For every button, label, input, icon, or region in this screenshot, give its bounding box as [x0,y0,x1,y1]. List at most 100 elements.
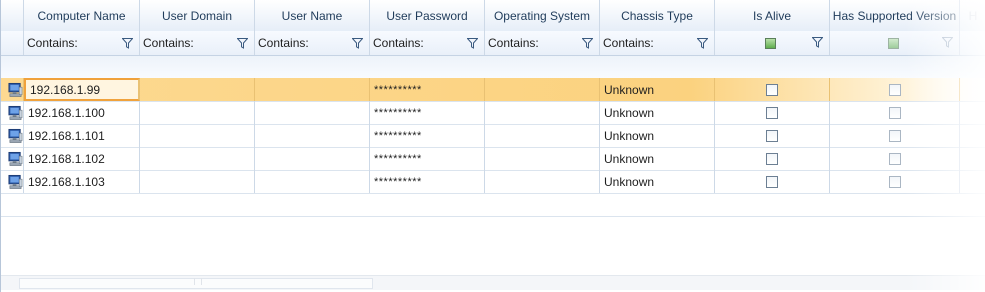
cell-computer-name[interactable]: 192.168.1.101 [24,124,140,147]
funnel-icon[interactable] [942,37,953,48]
column-header-chassis-type[interactable]: Chassis Type [600,0,715,31]
cell-operating-system[interactable] [485,124,600,147]
cell-operating-system[interactable] [485,170,600,193]
has-supported-version-checkbox[interactable] [888,106,901,119]
group-panel-band [1,56,985,78]
filter-cell-user-name[interactable]: Contains: [255,31,370,55]
computer-icon [8,105,23,120]
cell-is-alive [715,124,830,147]
cell-user-password[interactable]: ********** [370,101,485,124]
column-header-user-name[interactable]: User Name [255,0,370,31]
cell-user-domain[interactable] [140,101,255,124]
computers-grid: Computer Name User Domain User Name User… [0,0,985,292]
filter-cell-user-password[interactable]: Contains: [370,31,485,55]
filter-cell-operating-system[interactable]: Contains: [485,31,600,55]
grid-bottom-divider [1,216,985,217]
cell-user-password[interactable]: ********** [370,170,485,193]
computer-icon [8,82,23,97]
funnel-icon[interactable] [697,37,708,49]
filter-cell-computer-name[interactable]: Contains: [24,31,140,55]
horizontal-scrollbar[interactable] [1,275,985,290]
cell-user-password[interactable]: ********** [370,78,485,101]
cell-computer-name[interactable]: 192.168.1.103 [24,170,140,193]
cell-chassis-type[interactable]: Unknown [600,147,715,170]
has-supported-version-checkbox[interactable] [888,129,901,142]
is-alive-checkbox[interactable] [766,83,778,96]
filter-cell-is-alive [715,31,830,55]
cell-computer-name[interactable]: 192.168.1.99 [24,78,140,101]
column-header-operating-system[interactable]: Operating System [485,0,600,31]
cell-computer-name[interactable]: 192.168.1.100 [24,101,140,124]
cell-user-domain[interactable] [140,147,255,170]
cell-computer-name[interactable]: 192.168.1.102 [24,147,140,170]
cell-user-name[interactable] [255,124,370,147]
row-indicator[interactable] [1,170,24,193]
cell-user-domain[interactable] [140,124,255,147]
cell-has-supported-version [830,147,960,170]
table-row[interactable]: 192.168.1.99 ********** Unknown [1,78,985,102]
cell-chassis-type[interactable]: Unknown [600,101,715,124]
is-alive-checkbox[interactable] [766,129,778,142]
filter-checkbox[interactable] [887,37,899,49]
filter-cell-user-domain[interactable]: Contains: [140,31,255,55]
filter-row: Contains: Contains: Contains: Contains: … [1,31,985,56]
cell-is-alive [715,170,830,193]
cell-user-name[interactable] [255,170,370,193]
table-row[interactable]: 192.168.1.102 ********** Unknown [1,147,985,171]
filter-checkbox[interactable] [765,37,776,49]
table-row[interactable]: 192.168.1.101 ********** Unknown [1,124,985,148]
has-supported-version-checkbox[interactable] [888,175,901,188]
funnel-icon[interactable] [467,37,478,49]
funnel-icon[interactable] [582,37,593,49]
table-row[interactable]: 192.168.1.103 ********** Unknown [1,170,985,194]
row-indicator[interactable] [1,124,24,147]
cell-has-supported-version [830,101,960,124]
row-indicator-header [1,0,24,31]
cell-operating-system[interactable] [485,101,600,124]
column-header-computer-name[interactable]: Computer Name [24,0,140,31]
filter-operator-label: Contains: [488,36,539,50]
cell-has-supported-version [830,170,960,193]
cell-partial [960,124,985,147]
computer-icon [8,151,23,166]
column-header-is-alive[interactable]: Is Alive [715,0,830,31]
cell-user-password[interactable]: ********** [370,124,485,147]
cell-partial [960,78,985,101]
cell-has-supported-version [830,78,960,101]
row-indicator[interactable] [1,78,24,101]
cell-chassis-type[interactable]: Unknown [600,170,715,193]
row-indicator[interactable] [1,147,24,170]
column-header-row: Computer Name User Domain User Name User… [1,0,985,32]
column-header-partial[interactable]: H [960,0,985,31]
cell-operating-system[interactable] [485,78,600,101]
column-header-user-domain[interactable]: User Domain [140,0,255,31]
cell-user-name[interactable] [255,147,370,170]
is-alive-checkbox[interactable] [766,152,778,165]
cell-user-domain[interactable] [140,78,255,101]
funnel-icon[interactable] [352,37,363,49]
filter-cell-chassis-type[interactable]: Contains: [600,31,715,55]
cell-partial [960,101,985,124]
is-alive-checkbox[interactable] [766,175,778,188]
column-header-has-supported-version[interactable]: Has Supported Version [830,0,960,31]
funnel-icon[interactable] [237,37,248,49]
has-supported-version-checkbox[interactable] [888,152,901,165]
filter-cell-has-supported-version [830,31,960,55]
is-alive-checkbox[interactable] [766,106,778,119]
row-indicator[interactable] [1,101,24,124]
has-supported-version-checkbox[interactable] [888,83,901,96]
table-row[interactable]: 192.168.1.100 ********** Unknown [1,101,985,125]
column-header-user-password[interactable]: User Password [370,0,485,31]
funnel-icon[interactable] [812,37,823,48]
cell-is-alive [715,78,830,101]
filter-row-indicator [1,31,24,55]
cell-chassis-type[interactable]: Unknown [600,124,715,147]
filter-operator-label: Contains: [27,36,78,50]
cell-chassis-type[interactable]: Unknown [600,78,715,101]
cell-user-domain[interactable] [140,170,255,193]
cell-user-name[interactable] [255,78,370,101]
cell-user-name[interactable] [255,101,370,124]
cell-operating-system[interactable] [485,147,600,170]
cell-user-password[interactable]: ********** [370,147,485,170]
funnel-icon[interactable] [122,37,133,49]
